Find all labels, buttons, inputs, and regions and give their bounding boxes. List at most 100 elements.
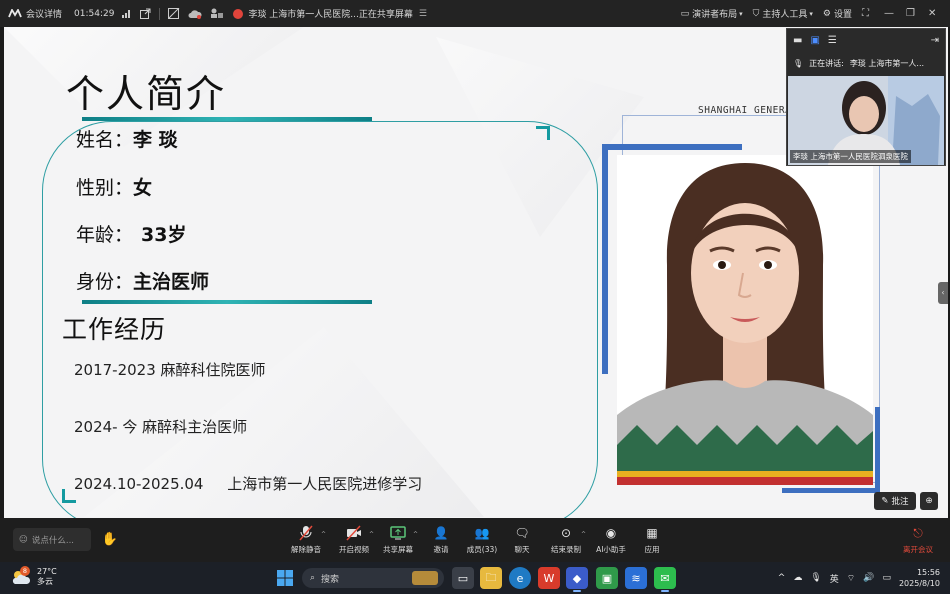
- file-explorer-icon[interactable]: 🗀: [480, 567, 502, 589]
- task-view-icon[interactable]: ▭: [452, 567, 474, 589]
- meeting-info-label: 会议详情: [26, 10, 63, 20]
- share-screen-button[interactable]: 共享屏幕 ^: [374, 525, 422, 559]
- chat-button[interactable]: 🗨 聊天: [498, 525, 546, 559]
- clock[interactable]: 15:56 2025/8/10: [899, 567, 940, 589]
- edge-browser-icon[interactable]: e: [509, 567, 531, 589]
- volume-icon[interactable]: 🔊: [863, 573, 874, 583]
- popout-icon[interactable]: [140, 8, 151, 19]
- clock-date: 2025/8/10: [898, 579, 940, 588]
- windows-taskbar: 8 27°C 多云 ⌕ 搜索 ▭ 🗀 e W ◆ ▣ ≋ ✉ ^ ☁ 🎙 英 ⌔: [0, 562, 950, 594]
- presenter-layout-button[interactable]: ▭ 演讲者布局 ▾: [680, 7, 743, 21]
- experience-item: 2024.10-2025.04 上海市第一人民医院进修学习: [74, 475, 423, 493]
- restore-icon[interactable]: ❐: [906, 8, 918, 19]
- battery-icon[interactable]: ▭: [882, 573, 891, 583]
- chevron-up-icon[interactable]: ^: [321, 531, 326, 538]
- gear-icon: ⚙: [822, 8, 831, 19]
- search-placeholder: 搜索: [321, 574, 340, 585]
- role-value: 主治医师: [133, 271, 210, 293]
- speaking-indicator: 🎙 正在讲话: 李琰 上海市第一人...: [787, 51, 945, 75]
- zoom-in-icon: ⊕: [925, 496, 933, 506]
- screen-share-status[interactable]: 李琰 上海市第一人民医院...正在共享屏幕 ☰: [233, 7, 427, 20]
- teal-line-mid: [82, 300, 372, 304]
- chevron-up-icon[interactable]: ^: [581, 531, 586, 538]
- chat-label: 聊天: [514, 545, 530, 554]
- role-row: 身份：主治医师: [76, 267, 209, 294]
- leave-meeting-button[interactable]: ⎋ 离开会议: [894, 525, 942, 559]
- speaker-panel: ▬ ▣ ☰ ⇥ 🎙 正在讲话: 李琰 上海市第一人... 李琰 上海市第一人民医…: [786, 28, 946, 166]
- annotate-off-icon[interactable]: [168, 8, 180, 19]
- wps-office-icon[interactable]: W: [538, 567, 560, 589]
- weather-condition: 多云: [37, 577, 53, 586]
- minimize-icon[interactable]: —: [884, 8, 896, 19]
- speaker-video[interactable]: 李琰 上海市第一人民医院泗泉医院: [788, 76, 944, 165]
- windows-logo-icon: [277, 570, 293, 586]
- unmute-button[interactable]: 解除静音 ^: [282, 525, 330, 559]
- search-icon: ⌕: [310, 573, 316, 583]
- gender-label: 性别：: [76, 177, 134, 199]
- meeting-app-icon[interactable]: ≋: [625, 567, 647, 589]
- tencent-meeting-icon[interactable]: ◆: [566, 567, 588, 592]
- experience-heading: 工作经历: [62, 315, 167, 344]
- host-tools-button[interactable]: ⛉ 主持人工具 ▾: [752, 7, 813, 21]
- recording-dot-icon: [233, 8, 244, 19]
- experience-item: 2024- 今 麻醉科主治医师: [74, 418, 248, 436]
- screen-share-status-label: 李琰 上海市第一人民医院...正在共享屏幕: [248, 10, 413, 20]
- minimize-panel-icon[interactable]: ▬: [793, 35, 802, 46]
- annotate-label: 批注: [891, 497, 909, 507]
- gender-value: 女: [133, 177, 153, 199]
- role-label: 身份：: [76, 271, 134, 293]
- experience-item: 2017-2023 麻醉科住院医师: [74, 361, 266, 379]
- weather-widget[interactable]: 8 27°C 多云: [10, 566, 57, 588]
- side-panel-toggle[interactable]: ‹: [938, 282, 948, 304]
- list-view-icon[interactable]: ☰: [828, 35, 837, 46]
- settings-button[interactable]: ⚙ 设置: [822, 7, 852, 21]
- apps-button[interactable]: ▦ 应用: [628, 525, 676, 559]
- stop-recording-button[interactable]: ⊙ 结束录制 ^: [542, 525, 590, 559]
- speaker-video-label: 李琰 上海市第一人民医院泗泉医院: [790, 150, 911, 163]
- taskbar-search[interactable]: ⌕ 搜索: [302, 568, 444, 588]
- input-method[interactable]: 英: [830, 572, 839, 585]
- annotate-button[interactable]: ✎ 批注: [874, 492, 916, 510]
- start-button[interactable]: [274, 567, 296, 589]
- fullscreen-icon[interactable]: ⛶: [862, 8, 874, 19]
- tencent-meeting-logo-icon: [8, 9, 22, 18]
- chevron-down-icon: ▾: [809, 9, 813, 18]
- cloud-sun-icon: 8: [10, 566, 32, 588]
- microphone-icon[interactable]: 🎙: [810, 573, 821, 583]
- wifi-icon[interactable]: ⌔: [847, 573, 855, 584]
- pen-icon: ✎: [881, 496, 889, 506]
- apps-label: 应用: [644, 545, 660, 554]
- photo-frame-blue: [602, 144, 742, 150]
- hand-icon: ✋: [101, 532, 119, 547]
- wechat-icon[interactable]: ✉: [654, 567, 676, 592]
- lock-people-icon[interactable]: [210, 8, 224, 19]
- exit-icon: ⎋: [913, 526, 923, 540]
- system-tray: ^ ☁ 🎙 英 ⌔ 🔊 ▭ 15:56 2025/8/10: [778, 562, 940, 594]
- layout-icon: ▭: [680, 8, 690, 19]
- weather-badge: 8: [20, 566, 30, 576]
- meeting-timer: 01:54:29: [74, 8, 115, 19]
- cloud-icon[interactable]: [188, 9, 202, 19]
- raise-hand-button[interactable]: ✋: [98, 528, 122, 551]
- start-video-button[interactable]: 开启视频 ^: [330, 525, 378, 559]
- unmute-label: 解除静音: [291, 545, 321, 554]
- leave-meeting-label: 离开会议: [903, 545, 933, 554]
- shield-icon: ⛉: [752, 8, 760, 19]
- close-icon[interactable]: ✕: [928, 8, 940, 19]
- age-value: 33岁: [141, 224, 187, 246]
- host-tools-label: 主持人工具: [762, 10, 808, 20]
- quick-chat-input[interactable]: ☺ 说点什么...: [13, 528, 91, 551]
- meeting-info-button[interactable]: 会议详情: [8, 7, 62, 20]
- signal-icon: [122, 9, 132, 18]
- search-highlight-icon: [412, 571, 438, 585]
- zoom-button[interactable]: ⊕: [920, 492, 938, 510]
- name-value: 李 琰: [133, 129, 178, 151]
- collapse-panel-icon[interactable]: ⇥: [931, 35, 939, 46]
- portrait-illustration: [617, 155, 873, 485]
- app-green-icon[interactable]: ▣: [596, 567, 618, 589]
- chevron-up-icon[interactable]: ^: [778, 573, 786, 583]
- gender-row: 性别：女: [76, 173, 152, 200]
- emoji-icon: ☺: [19, 534, 28, 545]
- single-view-icon[interactable]: ▣: [810, 35, 819, 46]
- network-app-icon[interactable]: ☁: [793, 573, 802, 583]
